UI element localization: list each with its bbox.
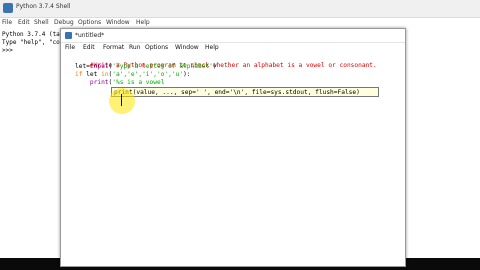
code-builtin: print	[89, 79, 109, 86]
code-text: ):	[183, 71, 191, 78]
shell-menubar: File Edit Shell Debug Options Window Hel…	[0, 18, 480, 28]
python-icon	[3, 3, 13, 13]
editor-menu-run[interactable]: Run	[129, 44, 141, 51]
code-line-4: print('%s is a vowel	[75, 79, 165, 86]
shell-menu-shell[interactable]: Shell	[34, 19, 49, 26]
calltip-tooltip: print(value, ..., sep=' ', end='\n', fil…	[111, 87, 379, 97]
editor-menubar: File Edit Format Run Options Window Help	[61, 43, 405, 53]
shell-line: Python 3.7.4 (tags	[2, 31, 68, 38]
code-keyword: in	[101, 71, 109, 78]
shell-prompt[interactable]: >>>	[2, 47, 13, 54]
editor-menu-format[interactable]: Format	[103, 44, 124, 51]
shell-line: Type "help", "cop	[2, 39, 64, 46]
code-string: 'Type a letter of alphabet'	[112, 63, 213, 70]
code-string: 'a','e','i','o','u'	[112, 71, 184, 78]
shell-menu-help[interactable]: Help	[136, 19, 150, 26]
shell-menu-file[interactable]: File	[2, 19, 12, 26]
shell-title: Python 3.7.4 Shell	[16, 3, 71, 10]
editor-menu-help[interactable]: Help	[205, 44, 219, 51]
editor-title: *untitled*	[75, 32, 105, 39]
code-string: '%s is a vowel	[112, 79, 165, 86]
cursor-highlight	[109, 88, 135, 114]
text-cursor-icon	[121, 94, 122, 106]
shell-menu-edit[interactable]: Edit	[18, 19, 30, 26]
editor-menu-window[interactable]: Window	[175, 44, 199, 51]
editor-menu-edit[interactable]: Edit	[83, 44, 95, 51]
code-text: let=	[75, 63, 90, 70]
code-text: let	[82, 71, 102, 78]
editor-menu-options[interactable]: Options	[145, 44, 168, 51]
editor-window: *untitled* File Edit Format Run Options …	[60, 28, 406, 267]
shell-menu-debug[interactable]: Debug	[54, 19, 74, 26]
shell-menu-window[interactable]: Window	[106, 19, 130, 26]
shell-titlebar: Python 3.7.4 Shell	[0, 0, 480, 18]
editor-titlebar: *untitled*	[61, 29, 405, 43]
code-line-2: let=input('Type a letter of alphabet')	[75, 63, 217, 70]
python-file-icon	[65, 32, 72, 39]
code-builtin: input	[89, 63, 109, 70]
editor-menu-file[interactable]: File	[65, 44, 75, 51]
window-controls[interactable]	[434, 3, 474, 13]
shell-menu-options[interactable]: Options	[78, 19, 101, 26]
code-text: )	[212, 63, 217, 70]
code-line-3: if let in('a','e','i','o','u'):	[75, 71, 191, 78]
